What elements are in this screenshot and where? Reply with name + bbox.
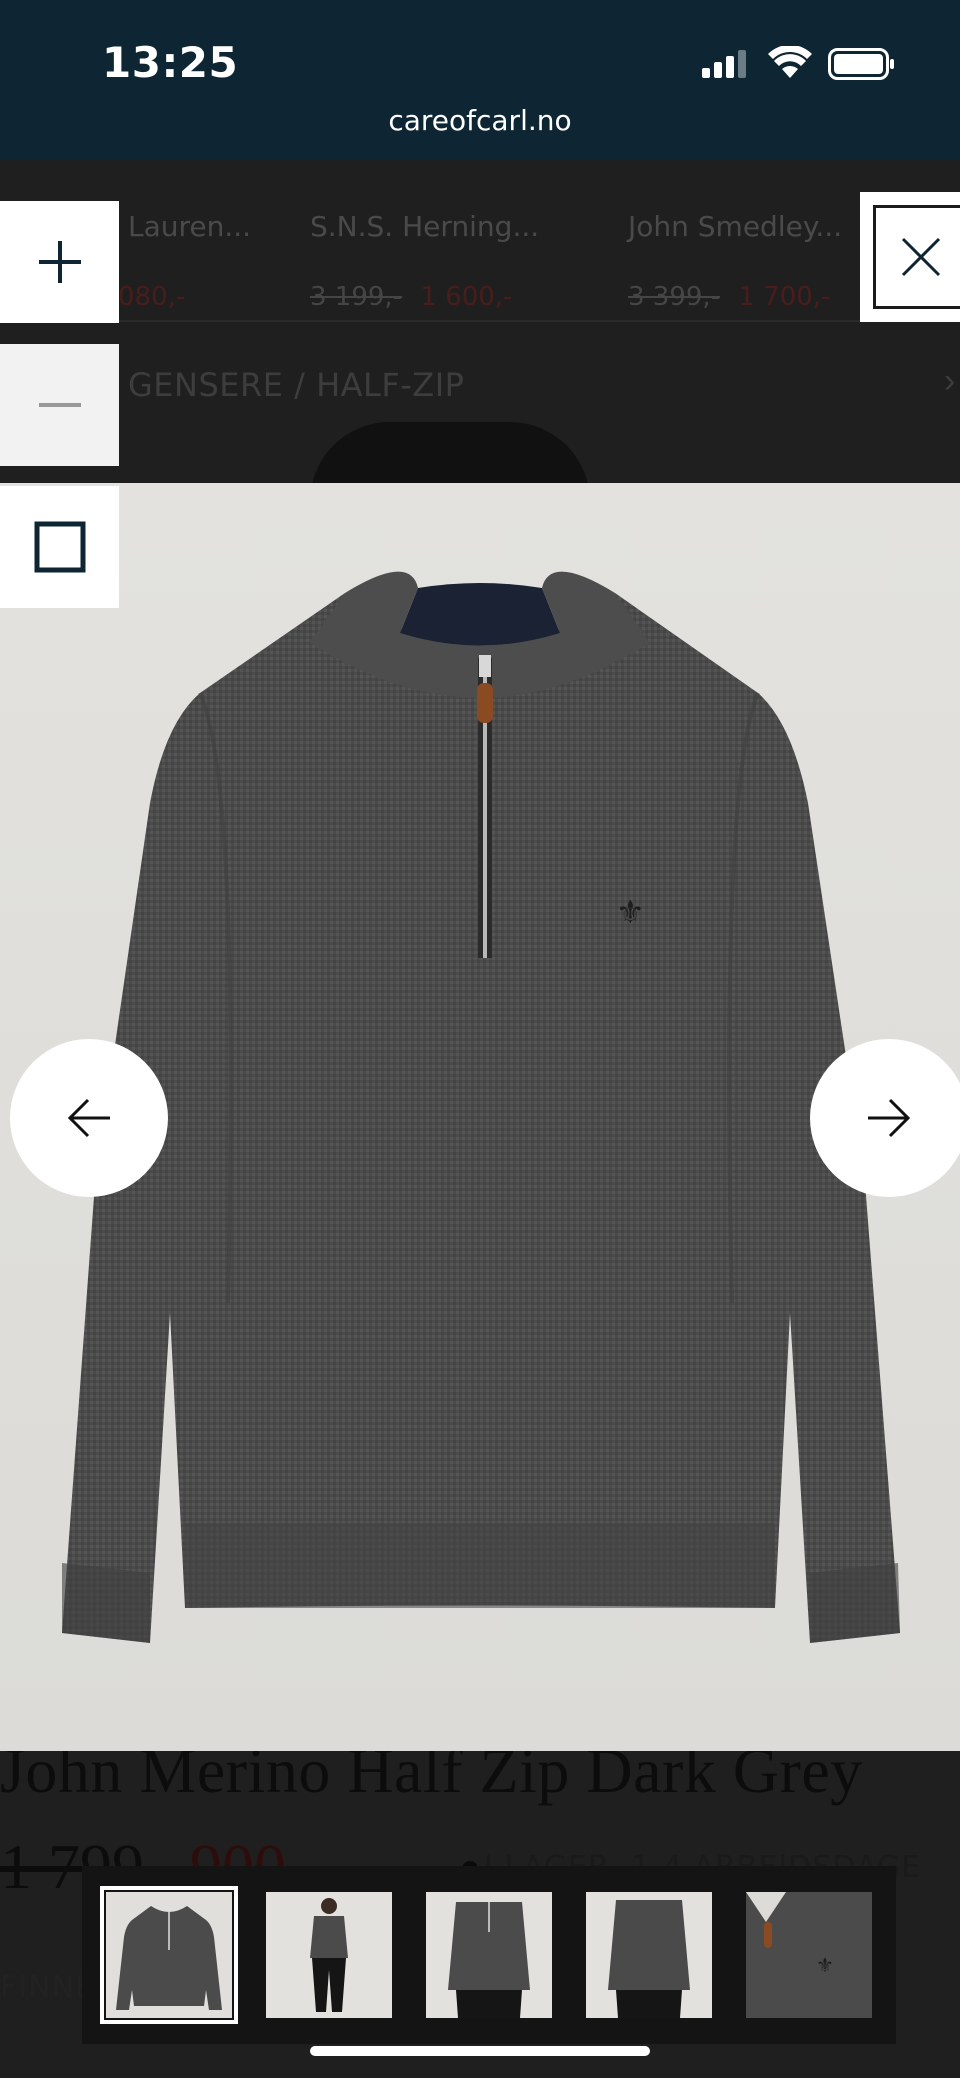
close-button[interactable] bbox=[860, 192, 960, 322]
plus-icon bbox=[38, 241, 81, 283]
chevron-right-icon[interactable]: › bbox=[944, 362, 955, 401]
zoom-in-button[interactable] bbox=[0, 201, 119, 323]
svg-text:⚜: ⚜ bbox=[616, 893, 645, 931]
thumbnail-image bbox=[266, 1892, 392, 2018]
status-time: 13:25 bbox=[102, 38, 239, 87]
status-bar: 13:25 careofcarl.no bbox=[0, 0, 960, 160]
next-image-button[interactable] bbox=[810, 1039, 960, 1197]
recommendation-price: 1 600,- bbox=[420, 282, 513, 312]
arrow-right-icon bbox=[868, 1098, 911, 1138]
divider bbox=[0, 320, 960, 322]
recommendation-name[interactable]: Lauren... bbox=[128, 210, 251, 243]
thumbnail-3[interactable] bbox=[426, 1892, 552, 2018]
svg-text:⚜: ⚜ bbox=[816, 1953, 834, 1977]
thumbnail-image bbox=[106, 1892, 232, 2018]
recommendation-price: 080,- bbox=[118, 282, 186, 312]
minus-icon bbox=[38, 403, 81, 407]
battery-icon bbox=[828, 48, 894, 80]
close-icon bbox=[901, 237, 940, 277]
find-in-store-text: FINNE bbox=[0, 1970, 95, 2005]
signal-icon bbox=[702, 50, 746, 78]
thumbnail-image: ⚜ bbox=[746, 1892, 872, 2018]
breadcrumb[interactable]: GENSERE / HALF-ZIP bbox=[128, 366, 464, 404]
thumbnail-2[interactable] bbox=[266, 1892, 392, 2018]
home-indicator[interactable] bbox=[310, 2046, 650, 2056]
recommendation-old-price: 3 199,- bbox=[310, 282, 403, 312]
thumbnail-5[interactable]: ⚜ bbox=[746, 1892, 872, 2018]
arrow-left-icon bbox=[67, 1098, 110, 1138]
recommendation-old-price: 3 399,- bbox=[628, 282, 721, 312]
zoom-out-button[interactable] bbox=[0, 344, 119, 466]
address-bar-url[interactable]: careofcarl.no bbox=[0, 104, 960, 137]
recommendation-price: 1 700,- bbox=[738, 282, 831, 312]
recommendation-name[interactable]: John Smedley... bbox=[628, 210, 842, 243]
previous-image-button[interactable] bbox=[10, 1039, 168, 1197]
thumbnail-strip: ⚜ bbox=[82, 1866, 896, 2044]
fit-to-screen-button[interactable] bbox=[0, 486, 119, 608]
recommendation-name[interactable]: S.N.S. Herning... bbox=[310, 210, 539, 243]
wifi-icon bbox=[768, 46, 812, 78]
thumbnail-image bbox=[426, 1892, 552, 2018]
square-icon bbox=[34, 521, 85, 573]
thumbnail-4[interactable] bbox=[586, 1892, 712, 2018]
thumbnail-image bbox=[586, 1892, 712, 2018]
thumbnail-1[interactable] bbox=[100, 1886, 238, 2024]
